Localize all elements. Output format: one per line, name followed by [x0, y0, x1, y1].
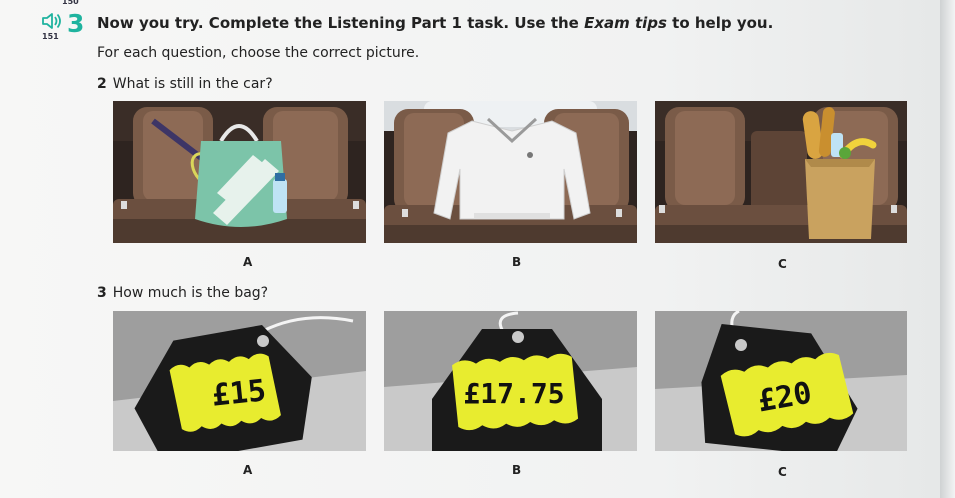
option-picture-shopping-bag[interactable] [655, 101, 907, 243]
question-text: What is still in the car? [112, 76, 273, 92]
option-picture-tennis-bag[interactable] [113, 101, 366, 243]
option-label: A [243, 255, 253, 269]
question-number: 2 [97, 76, 107, 92]
option-picture-jumper[interactable] [384, 101, 637, 243]
exercise-instruction: Now you try. Complete the Listening Part… [97, 14, 773, 32]
exam-tips-reference: Exam tips [584, 14, 667, 32]
instruction-text: Now you try. Complete the Listening Part… [97, 14, 585, 32]
option-picture-price-tag-b[interactable]: £17.75 [384, 311, 637, 451]
instruction-text-end: to help you. [666, 14, 774, 32]
question-number: 3 [97, 285, 107, 301]
page-edge [940, 0, 955, 498]
option-label: A [243, 463, 253, 477]
exercise-number: 3 [67, 9, 85, 38]
option-picture-price-tag-a[interactable]: £15 [113, 311, 366, 451]
option-label: B [512, 463, 522, 477]
option-label: B [512, 255, 522, 269]
question-text: How much is the bag? [112, 285, 269, 301]
question-3: 3 How much is the bag? [97, 285, 268, 301]
question-2: 2 What is still in the car? [97, 76, 273, 92]
option-label: C [778, 465, 787, 479]
option-picture-price-tag-c[interactable]: £20 [655, 311, 907, 451]
sub-instruction: For each question, choose the correct pi… [97, 45, 420, 61]
price-text: £15 [210, 373, 268, 413]
price-text: £17.75 [463, 377, 564, 410]
page-number: 150 [62, 0, 79, 6]
option-label: C [778, 257, 787, 271]
audio-track-number: 151 [42, 32, 59, 41]
